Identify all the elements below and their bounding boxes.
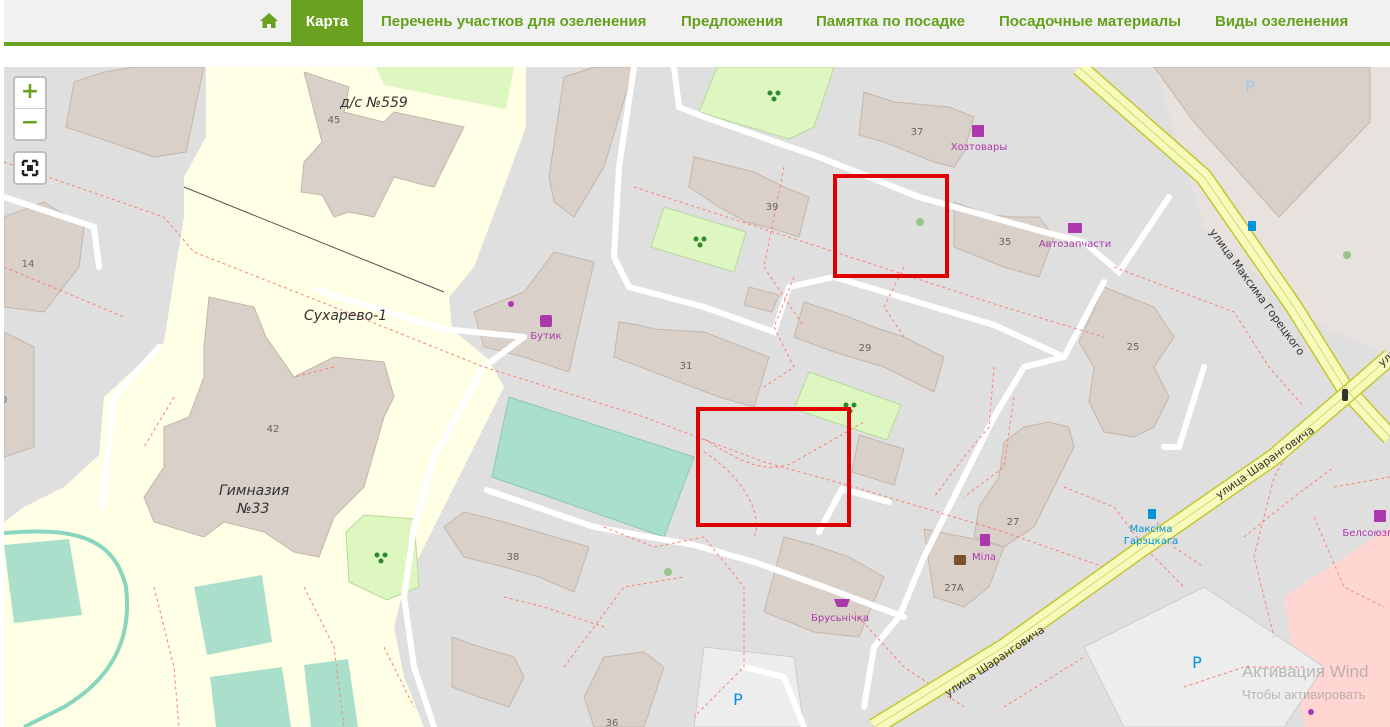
map-canvas[interactable]: д/с №559 Сухарево-1 Гимназия №33 улица М… [4, 67, 1390, 727]
sports-pitch-3 [210, 667, 291, 727]
fullscreen-icon [21, 159, 39, 177]
nav-tab-proposals[interactable]: Предложения [681, 0, 783, 42]
poi-label-hoztovary: Хозтовары [951, 142, 1008, 153]
playground-2 [650, 206, 747, 273]
house-number: 45 [328, 115, 341, 126]
house-number: 14 [22, 259, 35, 270]
nav-tab-planting-materials[interactable]: Посадочные материалы [999, 0, 1181, 42]
highlight-box-1[interactable] [833, 174, 949, 278]
parking-icon: P [733, 690, 743, 709]
home-button[interactable] [254, 0, 284, 42]
zoom-out-button[interactable]: − [15, 109, 45, 139]
hardware-store-icon [972, 125, 984, 137]
watermark-line1: Активация Wind [1242, 662, 1369, 681]
sports-pitch-1 [194, 575, 272, 655]
nav-tab-planting-guide[interactable]: Памятка по посадке [816, 0, 965, 42]
poi-label-autoparts: Автозапчасти [1039, 239, 1112, 250]
house-number: 27 [1007, 517, 1020, 528]
traffic-signal-icon [1342, 389, 1348, 401]
parking-icon: P [1192, 653, 1202, 672]
playground-1 [698, 67, 835, 140]
zoom-control: + − [13, 76, 47, 141]
sports-pitch-large [491, 396, 695, 538]
nav-tab-greening-types[interactable]: Виды озеленения [1215, 0, 1348, 42]
house-number: 36 [606, 718, 619, 727]
highlight-box-2[interactable] [696, 407, 851, 527]
bus-stop-icon [1248, 221, 1256, 231]
watermark-line2: Чтобы активировать [1242, 687, 1366, 702]
poi-label-boutique: Бутик [530, 331, 561, 342]
cosmetics-icon [980, 534, 990, 546]
poi-label-brusnichka: Брусьнічка [811, 612, 869, 624]
office-label: Белсоюзп [1342, 528, 1390, 539]
poi-label-mila: Міла [972, 551, 996, 563]
parking-icon: P [1245, 77, 1255, 96]
house-number: 38 [507, 552, 520, 563]
bus-stop-icon [1148, 509, 1156, 519]
house-number: 42 [267, 424, 280, 435]
boutique-icon [540, 315, 552, 327]
home-icon [260, 13, 278, 28]
school-label-line2: №33 [236, 501, 269, 517]
street-label-sharangovicha-1: улица Шаранговича [1213, 424, 1316, 502]
zoom-in-button[interactable]: + [15, 78, 45, 109]
fullscreen-button[interactable] [13, 151, 47, 185]
top-navigation: Карта Перечень участков для озеленения П… [4, 0, 1390, 46]
house-number: 0 [4, 395, 7, 406]
sports-pitch-2 [4, 539, 82, 623]
shop-icon [954, 555, 966, 565]
kindergarten-label: д/с №559 [339, 95, 408, 111]
autoparts-icon [1068, 223, 1082, 233]
office-icon [1374, 510, 1386, 522]
house-number: 27А [944, 583, 964, 594]
map-view[interactable]: д/с №559 Сухарево-1 Гимназия №33 улица М… [4, 67, 1390, 727]
house-number: 25 [1127, 342, 1140, 353]
house-number: 29 [859, 343, 872, 354]
house-number: 39 [766, 202, 779, 213]
street-label-sharangovicha-2: улица Шаранговича [942, 623, 1046, 699]
house-number: 35 [999, 237, 1012, 248]
bus-stop-label-line1: Максіма [1130, 523, 1173, 535]
nav-tab-map[interactable]: Карта [291, 0, 363, 42]
house-number: 31 [680, 361, 693, 372]
house-number: 37 [911, 127, 924, 138]
nav-tab-greening-sites[interactable]: Перечень участков для озеленения [381, 0, 646, 42]
bus-stop-label-line2: Гарэцкага [1124, 536, 1178, 547]
school-label-line1: Гимназия [219, 483, 289, 499]
suburb-label: Сухарево-1 [304, 308, 387, 324]
